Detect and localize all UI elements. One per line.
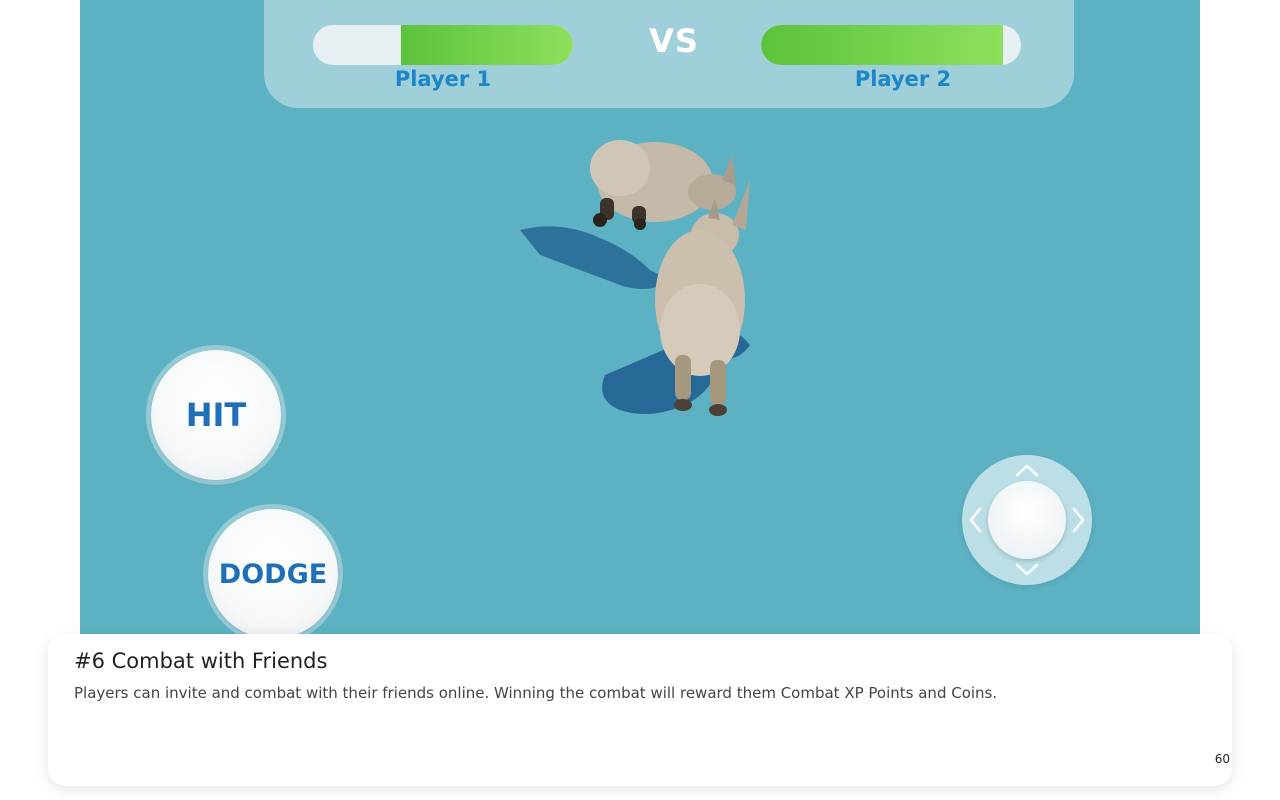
player2-name: Player 2 xyxy=(854,67,952,91)
player2-health-fill xyxy=(761,25,1003,65)
player1-name: Player 1 xyxy=(394,67,492,91)
chevron-right-icon xyxy=(1072,507,1085,533)
chevron-left-icon xyxy=(969,507,982,533)
caption-description: Players can invite and combat with their… xyxy=(74,684,998,702)
versus-hud: VS Player 1 Player 2 xyxy=(264,0,1074,108)
caption-card: #6 Combat with Friends Players can invit… xyxy=(48,634,1232,786)
dodge-button[interactable]: DODGE xyxy=(208,509,338,639)
chevron-down-icon xyxy=(1015,563,1039,576)
hit-button[interactable]: HIT xyxy=(151,350,281,480)
player1-health-fill xyxy=(401,25,573,65)
rhino-fighters xyxy=(520,140,750,416)
slide-page: VS Player 1 Player 2 HIT DODGE #6 Combat… xyxy=(0,0,1280,800)
game-arena: VS Player 1 Player 2 HIT DODGE xyxy=(80,0,1200,640)
player2-health-bar xyxy=(761,25,1021,65)
joystick-knob[interactable] xyxy=(988,481,1066,559)
caption-title: #6 Combat with Friends xyxy=(74,649,328,673)
movement-joystick[interactable] xyxy=(962,455,1092,585)
vs-label: VS xyxy=(649,22,699,60)
page-number: 60 xyxy=(1214,752,1230,766)
player1-health-bar xyxy=(313,25,573,65)
